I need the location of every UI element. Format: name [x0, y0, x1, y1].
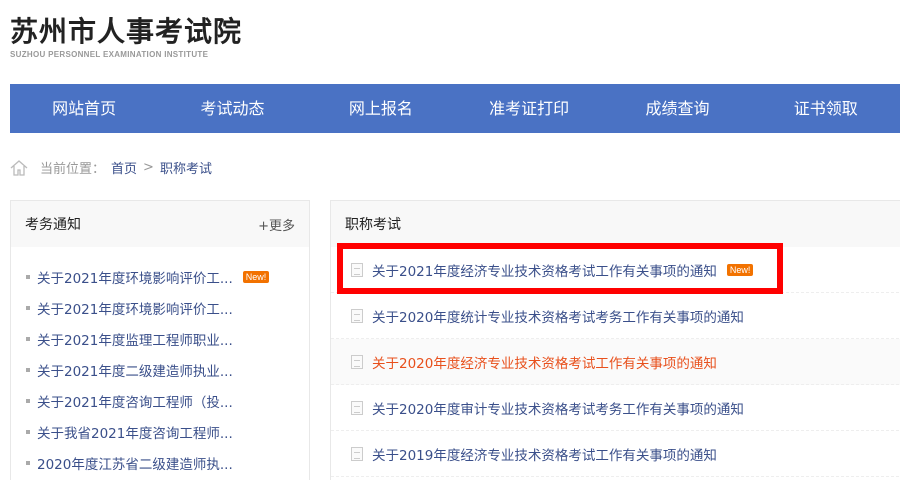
bullet-icon	[26, 429, 30, 434]
document-icon	[351, 400, 363, 415]
main-nav: 网站首页 考试动态 网上报名 准考证打印 成绩查询 证书领取	[10, 84, 900, 133]
panel-title: 考务通知	[25, 217, 81, 233]
list-item-link[interactable]: 关于2021年度监理工程师职业...	[37, 329, 233, 349]
list-item-link[interactable]: 关于2019年度经济专业技术资格考试工作有关事项的通知	[372, 444, 717, 464]
list-item[interactable]: 2020年度江苏省二级建造师执...	[11, 447, 309, 478]
list-item[interactable]: 关于2021年度咨询工程师（投...	[11, 385, 309, 416]
panel-title: 职称考试	[345, 217, 401, 233]
list-item-link[interactable]: 关于我省2021年度咨询工程师...	[37, 422, 233, 442]
bullet-icon	[26, 305, 30, 310]
list-item[interactable]: 关于2021年度监理工程师职业...	[11, 323, 309, 354]
list-item[interactable]: 关于2021年度二级建造师执业...	[11, 354, 309, 385]
list-item-link[interactable]: 关于2021年度环境影响评价工...	[37, 298, 233, 318]
list-item[interactable]: 关于2019年度经济专业技术资格考试工作有关事项的通知	[331, 431, 900, 477]
list-item[interactable]: 关于我省2021年度咨询工程师...	[11, 416, 309, 447]
title-exam-panel: 职称考试 关于2021年度经济专业技术资格考试工作有关事项的通知 New! 关于2…	[330, 200, 900, 480]
list-item-link[interactable]: 2020年度江苏省二级建造师执...	[37, 453, 233, 473]
exam-notice-panel: 考务通知 +更多 关于2021年度环境影响评价工... New! 关于2021年度环…	[10, 200, 310, 480]
list-item-link[interactable]: 关于2020年度统计专业技术资格考试考务工作有关事项的通知	[372, 306, 744, 326]
breadcrumb-current[interactable]: 职称考试	[160, 158, 212, 177]
list-item[interactable]: 关于2020年度经济专业技术资格考试工作有关事项的通知	[331, 339, 900, 385]
nav-online-registration[interactable]: 网上报名	[307, 84, 455, 133]
nav-exam-news[interactable]: 考试动态	[158, 84, 306, 133]
site-logo-title[interactable]: 苏州市人事考试院	[10, 10, 242, 50]
list-item-link[interactable]: 关于2021年度二级建造师执业...	[37, 360, 233, 380]
highlight-box	[337, 243, 783, 294]
nav-home[interactable]: 网站首页	[10, 84, 158, 133]
bullet-icon	[26, 274, 30, 279]
list-item[interactable]: 关于2021年度环境影响评价工...	[11, 292, 309, 323]
bullet-icon	[26, 460, 30, 465]
site-subtitle: SUZHOU PERSONNEL EXAMINATION INSTITUTE	[10, 50, 209, 59]
nav-admission-ticket[interactable]: 准考证打印	[455, 84, 603, 133]
list-item[interactable]: 关于2020年度统计专业技术资格考试考务工作有关事项的通知	[331, 293, 900, 339]
list-item-link[interactable]: 关于2021年度环境影响评价工...	[37, 267, 233, 287]
list-item-link[interactable]: 关于2020年度经济专业技术资格考试工作有关事项的通知	[372, 352, 717, 372]
document-icon	[351, 446, 363, 461]
bullet-icon	[26, 336, 30, 341]
list-item-link[interactable]: 关于2021年度咨询工程师（投...	[37, 391, 233, 411]
breadcrumb-label: 当前位置：	[40, 162, 106, 177]
bullet-icon	[26, 398, 30, 403]
bullet-icon	[26, 367, 30, 372]
new-badge: New!	[242, 270, 270, 283]
breadcrumb: 当前位置： 首页 > 职称考试	[10, 158, 212, 177]
document-icon	[351, 354, 363, 369]
home-icon	[10, 159, 28, 176]
document-icon	[351, 308, 363, 323]
list-item[interactable]: 关于2021年度环境影响评价工... New!	[11, 261, 309, 292]
list-item-link[interactable]: 关于2020年度审计专业技术资格考试考务工作有关事项的通知	[372, 398, 744, 418]
breadcrumb-home[interactable]: 首页	[111, 158, 137, 177]
nav-certificate[interactable]: 证书领取	[752, 84, 900, 133]
more-link[interactable]: +更多	[258, 215, 295, 234]
breadcrumb-separator: >	[143, 160, 154, 175]
nav-score-query[interactable]: 成绩查询	[603, 84, 751, 133]
list-item[interactable]: 关于2020年度审计专业技术资格考试考务工作有关事项的通知	[331, 385, 900, 431]
